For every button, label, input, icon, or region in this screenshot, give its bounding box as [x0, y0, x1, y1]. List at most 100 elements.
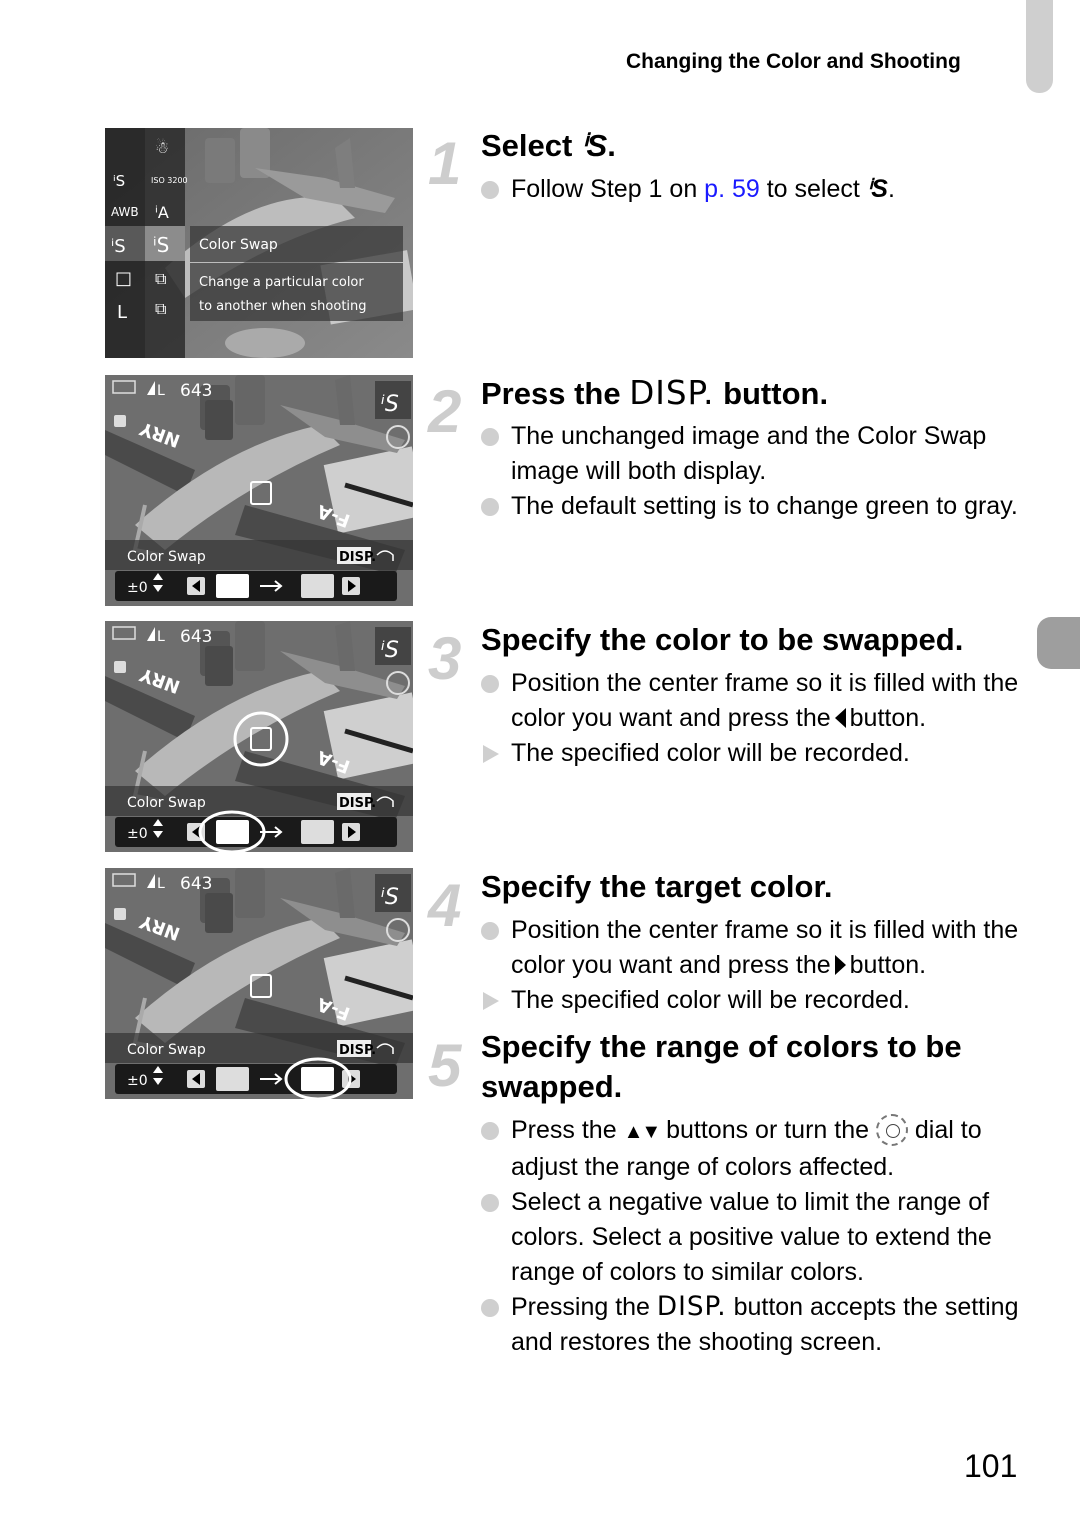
step-1-bullets: Follow Step 1 on p. 59 to select ⁱS.	[481, 172, 1041, 207]
step-title-1-period: .	[607, 128, 616, 163]
bullet-dot-icon	[481, 1194, 499, 1212]
result-arrow-icon	[483, 745, 499, 763]
step-title-2-suffix: button.	[723, 376, 829, 411]
chapter-tab-side	[1037, 617, 1080, 669]
range-value[interactable]: ±0	[127, 1073, 148, 1089]
menu-description-line-1: Change a particular color	[199, 275, 364, 290]
range-value[interactable]: ±0	[127, 826, 148, 842]
step-title-2: Press the DISP. button.	[481, 373, 1021, 414]
bullet-dot-icon	[481, 181, 499, 199]
bullet-item: Follow Step 1 on p. 59 to select ⁱS.	[481, 172, 1041, 207]
bullet-text: Press the	[511, 1116, 624, 1144]
chapter-tab-top	[1026, 0, 1053, 93]
bullet-text: Position the center frame so it is fille…	[511, 916, 1019, 979]
menu-icon-iso: ISO 3200	[151, 176, 188, 185]
result-item: The specified color will be recorded.	[481, 983, 1041, 1018]
step-title-4: Specify the target color.	[481, 869, 833, 904]
camera-orientation-icon	[114, 908, 126, 920]
step-number-4: 4	[428, 872, 462, 939]
source-color-swatch	[216, 574, 249, 598]
menu-selected-label: Color Swap	[199, 237, 278, 253]
menu-icon-color-accent-2: ⁱA	[155, 203, 169, 222]
menu-icon-color-swap-dim: ⁱS	[111, 236, 126, 257]
step-number-5: 5	[428, 1032, 462, 1099]
shots-remaining: 643	[180, 627, 212, 647]
menu-icon-awb: AWB	[111, 205, 139, 219]
bullet-dot-icon	[481, 1122, 499, 1140]
step-5-bullets: Press the ▲▼ buttons or turn the dial to…	[481, 1113, 1041, 1360]
source-color-swatch	[216, 820, 249, 844]
menu-icon-snow: ☃	[155, 138, 169, 157]
bullet-item: The default setting is to change green t…	[481, 489, 1041, 524]
menu-description-line-2: to another when shooting	[199, 299, 367, 314]
bullet-text: to select	[759, 175, 860, 203]
step-title-5: Specify the range of colors to be swappe…	[481, 1029, 962, 1104]
page-number: 101	[964, 1448, 1018, 1484]
menu-icon-color-swap-selected[interactable]: ⁱS	[153, 233, 169, 257]
step-number-1: 1	[428, 130, 462, 197]
bullet-item: The unchanged image and the Color Swap i…	[481, 419, 1041, 489]
bullet-text: The unchanged image and the Color Swap i…	[511, 422, 987, 485]
bullet-text: Follow Step 1 on	[511, 175, 705, 203]
right-button-icon	[834, 955, 846, 975]
bullet-dot-icon	[481, 1299, 499, 1317]
section-header: Changing the Color and Shooting	[626, 50, 961, 73]
bullet-dot-icon	[481, 922, 499, 940]
step-title-1-text: Select	[481, 128, 573, 163]
step-title-3: Specify the color to be swapped.	[481, 622, 964, 657]
range-value[interactable]: ±0	[127, 580, 148, 596]
bullet-text: buttons or turn the	[659, 1116, 876, 1144]
target-color-swatch	[301, 574, 334, 598]
bullet-text: Position the center frame so it is fille…	[511, 669, 1019, 732]
svg-text:DISP.: DISP.	[339, 550, 376, 565]
bullet-text: button.	[849, 704, 927, 732]
image-size: L	[157, 383, 165, 399]
svg-text:ⁱS: ⁱS	[381, 392, 399, 417]
disp-button-icon: DISP.	[656, 1292, 727, 1322]
bullet-text: The specified color will be recorded.	[511, 739, 910, 767]
screenshot-color-swap-target: NRY F-A L 643 ⁱS Color Swap DISP. ±0	[105, 868, 413, 1099]
screenshot-color-swap-initial: NRY F-A L 643 ⁱS Color Swap DISP. ±0	[105, 375, 413, 606]
up-down-buttons-icon: ▲▼	[623, 1121, 662, 1143]
bullet-item: Position the center frame so it is fille…	[481, 913, 1041, 983]
camera-orientation-icon	[114, 415, 126, 427]
bullet-text: Select a negative value to limit the ran…	[511, 1188, 992, 1286]
screenshot-color-swap-menu: ⁱS AWB ⁱS □ L ☃ ISO 3200 ⁱA ⁱS ⧉ ⧉ Color…	[105, 128, 413, 358]
target-color-swatch	[301, 1067, 334, 1091]
svg-text:ⁱS: ⁱS	[381, 638, 399, 663]
step-title-1: Select ⁱS.	[481, 126, 1021, 166]
step-4-bullets: Position the center frame so it is fille…	[481, 913, 1041, 1018]
bullet-dot-icon	[481, 675, 499, 693]
bullet-item: Pressing the DISP. button accepts the se…	[481, 1290, 1041, 1360]
target-color-swatch	[301, 820, 334, 844]
step-2-bullets: The unchanged image and the Color Swap i…	[481, 419, 1041, 524]
mode-label: Color Swap	[127, 795, 206, 811]
result-item: The specified color will be recorded.	[481, 736, 1041, 771]
step-number-2: 2	[428, 378, 462, 445]
menu-icon-drive: □	[115, 268, 132, 289]
bullet-text: .	[887, 175, 895, 203]
svg-text:DISP.: DISP.	[339, 1043, 376, 1058]
menu-icon-size: L	[117, 302, 127, 323]
source-color-swatch	[216, 1067, 249, 1091]
image-size: L	[157, 876, 165, 892]
result-arrow-icon	[483, 992, 499, 1010]
svg-text:DISP.: DISP.	[339, 796, 376, 811]
image-size: L	[157, 629, 165, 645]
camera-orientation-icon	[114, 661, 126, 673]
color-swap-icon: ⁱS	[866, 175, 888, 203]
step-number-3: 3	[428, 625, 462, 692]
step-3-bullets: Position the center frame so it is fille…	[481, 666, 1041, 771]
menu-icon-color-accent: ⁱS	[113, 172, 125, 190]
menu-icon-stitch-2: ⧉	[155, 299, 166, 318]
bullet-item: Press the ▲▼ buttons or turn the dial to…	[481, 1113, 1041, 1185]
step-title-2-prefix: Press the	[481, 376, 621, 411]
bullet-text: Pressing the	[511, 1293, 657, 1321]
color-swap-icon: ⁱS	[580, 128, 608, 163]
left-button-icon	[834, 708, 846, 728]
shots-remaining: 643	[180, 874, 212, 894]
page-link[interactable]: p. 59	[704, 175, 760, 203]
bullet-dot-icon	[481, 428, 499, 446]
shots-remaining: 643	[180, 381, 212, 401]
bullet-text: The specified color will be recorded.	[511, 986, 910, 1014]
